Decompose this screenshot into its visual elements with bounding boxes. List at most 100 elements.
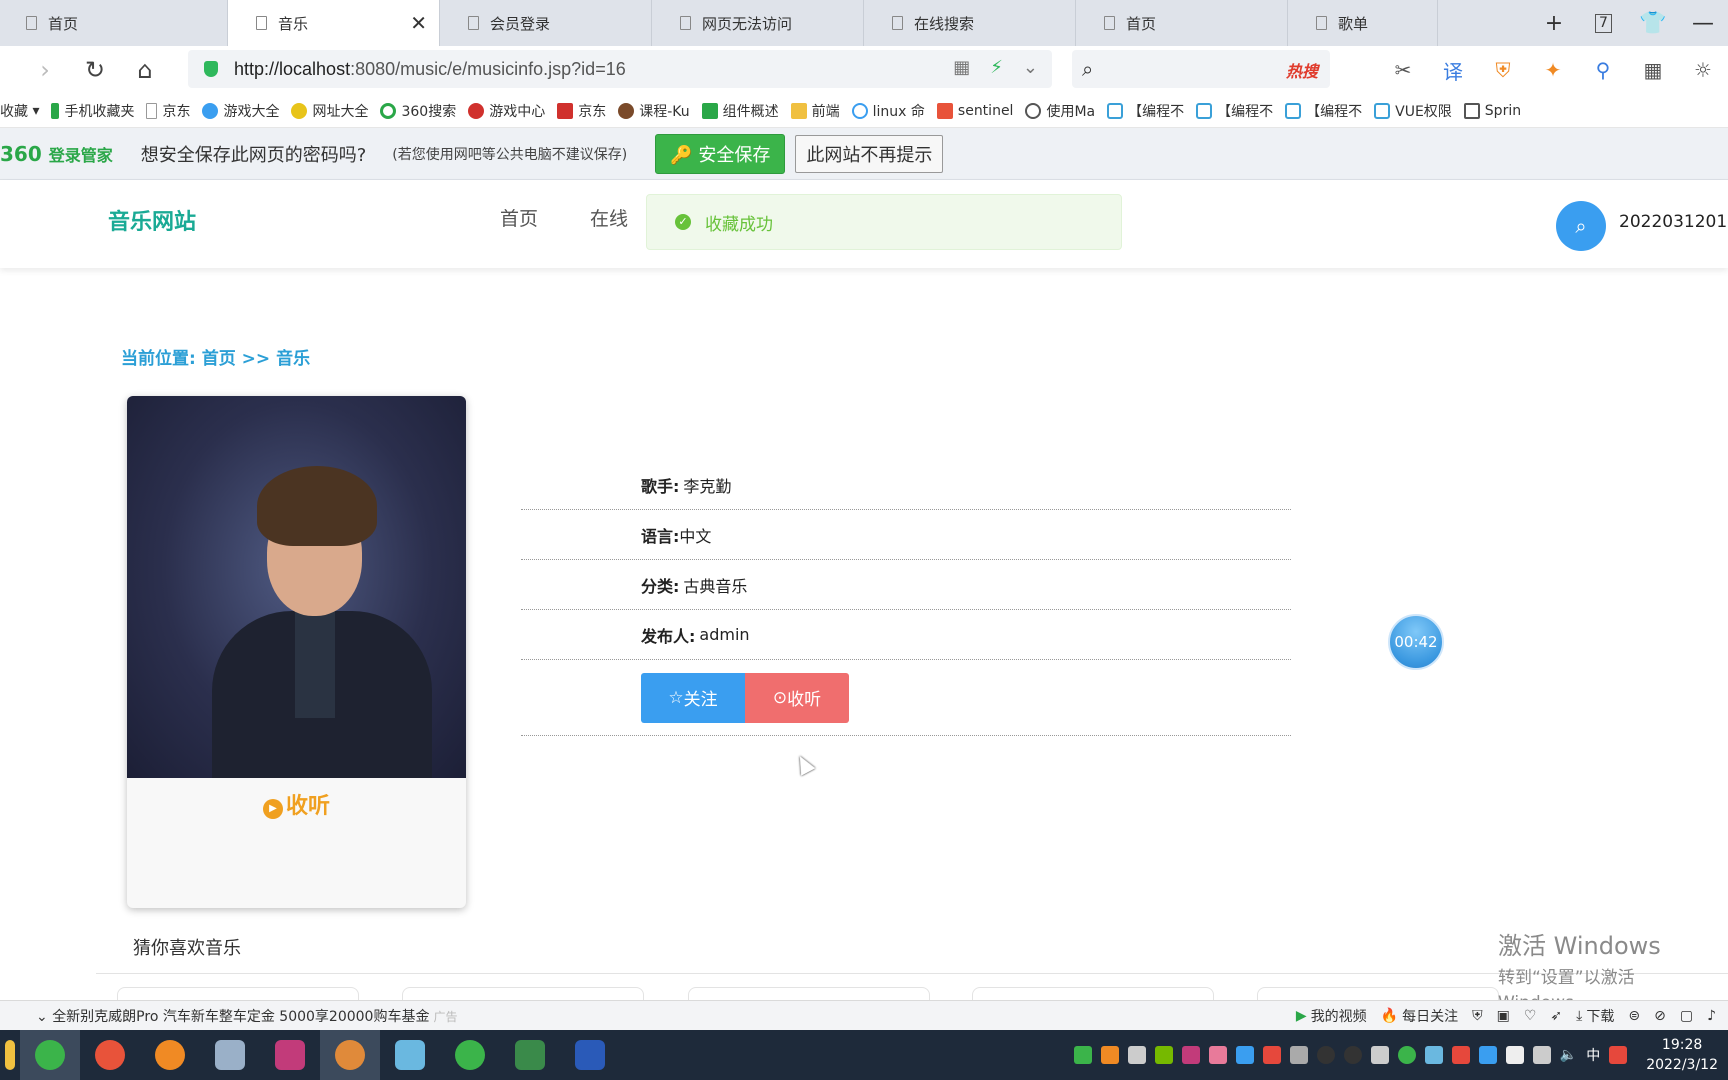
bookmark-item[interactable]: 前端 [790, 101, 840, 121]
bookmark-item[interactable]: 360搜索 [380, 101, 456, 121]
bookmark-item[interactable]: 游戏中心 [468, 101, 545, 121]
rocket-icon[interactable]: ➶ [1550, 1008, 1562, 1024]
bookmark-item[interactable]: 课程-Ku [618, 101, 690, 121]
bookmark-item[interactable]: Sprin [1463, 102, 1521, 119]
taskbar-app-explorer[interactable] [0, 1030, 20, 1080]
new-tab-icon[interactable]: + [1529, 11, 1579, 36]
floating-timer[interactable]: 00:42 [1388, 614, 1444, 670]
daily-follow-button[interactable]: 🔥 每日关注 [1381, 1006, 1458, 1026]
cache-icon[interactable]: ⊜ [1628, 1008, 1640, 1024]
taskbar-app-tool[interactable] [80, 1030, 140, 1080]
heart-pulse-icon[interactable]: ♡ [1524, 1008, 1537, 1024]
tool-icon[interactable] [1289, 1046, 1308, 1064]
game-icon[interactable]: ✦ [1528, 58, 1578, 82]
taskbar-app-avatar[interactable] [320, 1030, 380, 1080]
usb-icon[interactable] [1127, 1046, 1146, 1064]
bookmark-item[interactable]: 【编程不 [1285, 101, 1362, 121]
home-icon[interactable]: ⌂ [120, 56, 170, 84]
bookmark-item[interactable]: 手机收藏夹 [51, 101, 134, 121]
tab-count-badge[interactable]: 7 [1595, 13, 1612, 33]
browser-tab[interactable]: 首页 [0, 0, 228, 46]
hot-search-label[interactable]: 热搜 [1286, 58, 1318, 82]
minimize-icon[interactable]: — [1678, 11, 1728, 36]
network-off-icon[interactable] [1370, 1046, 1389, 1064]
taskbar-app-wechat[interactable] [440, 1030, 500, 1080]
magnifier-icon[interactable]: ⚲ [1578, 58, 1628, 82]
security-icon[interactable] [1262, 1046, 1281, 1064]
window-icon[interactable]: ▢ [1680, 1008, 1693, 1024]
battery-icon[interactable] [1505, 1046, 1524, 1064]
browser-search-box[interactable]: ⌕ 热搜 [1072, 50, 1330, 88]
shield-icon[interactable]: ⛨ [1472, 1008, 1483, 1024]
browser-tab[interactable]: 首页 [1076, 0, 1288, 46]
bolt-icon[interactable]: ⚡ [990, 57, 1003, 78]
bookmark-item[interactable]: 游戏大全 [202, 101, 279, 121]
wifi-icon[interactable] [1532, 1046, 1551, 1064]
follow-button[interactable]: ☆ 关注 [641, 672, 745, 723]
taskbar-app-sheet[interactable] [500, 1030, 560, 1080]
image-icon[interactable]: ▣ [1497, 1008, 1510, 1024]
taskbar-app-360-browser[interactable] [20, 1030, 80, 1080]
reload-icon[interactable]: ↻ [70, 56, 120, 84]
browser-tab[interactable]: 在线搜索 [864, 0, 1076, 46]
close-icon[interactable]: ✕ [410, 11, 427, 35]
nav-item-home[interactable]: 首页 [500, 204, 538, 231]
chevron-down-icon[interactable]: ⌄ [1023, 57, 1038, 78]
volume-icon[interactable]: ♪ [1707, 1008, 1716, 1024]
input-method-indicator[interactable]: 中 [1586, 1045, 1600, 1065]
taskbar-app-navicat[interactable] [200, 1030, 260, 1080]
bookmark-item[interactable]: 网址大全 [291, 101, 368, 121]
wechat-tray-icon[interactable] [1073, 1046, 1092, 1064]
bookmark-item[interactable]: VUE权限 [1374, 101, 1452, 121]
nav-item-online[interactable]: 在线 [590, 204, 630, 231]
browser-tab-active[interactable]: 音乐 ✕ [228, 0, 440, 46]
display-icon[interactable] [1235, 1046, 1254, 1064]
taskbar-app-notepad[interactable] [380, 1030, 440, 1080]
breadcrumb-current[interactable]: 音乐 [276, 349, 310, 369]
intellij-tray-icon[interactable] [1181, 1046, 1200, 1064]
scissors-icon[interactable]: ✂ [1378, 58, 1428, 82]
shield-badge-icon[interactable]: ⛨ [1478, 58, 1528, 82]
taskbar-app-search[interactable] [140, 1030, 200, 1080]
browser-tab[interactable]: 网页无法访问 [652, 0, 864, 46]
listen-button[interactable]: ⊙ 收听 [745, 672, 849, 723]
bookmark-item[interactable]: 组件概述 [701, 101, 779, 121]
ad-ticker[interactable]: ⌄ 全新别克威朗Pro 汽车新车整车定金 5000享20000购车基金 广告 [36, 1006, 457, 1026]
never-prompt-button[interactable]: 此网站不再提示 [795, 134, 944, 173]
qq-icon[interactable] [1343, 1046, 1362, 1064]
bookmark-item[interactable]: 使用Ma [1025, 101, 1095, 121]
qq-icon[interactable] [1316, 1046, 1335, 1064]
address-bar[interactable]: http://localhost:8080/music/e/musicinfo.… [188, 50, 1052, 88]
qr-code-icon[interactable]: ▦ [953, 57, 970, 78]
bluetooth-icon[interactable] [1478, 1046, 1497, 1064]
nvidia-icon[interactable] [1154, 1046, 1173, 1064]
bookmark-item[interactable]: 京东 [557, 101, 606, 121]
taskbar-app-word[interactable] [560, 1030, 620, 1080]
brightness-icon[interactable]: ☼ [1678, 58, 1728, 82]
bookmark-item[interactable]: 【编程不 [1107, 101, 1184, 121]
safe-save-button[interactable]: 🔑 安全保存 [655, 133, 786, 174]
volume-icon[interactable]: 🔈 [1560, 1047, 1577, 1063]
card-listen-link[interactable]: ▶ 收听 [127, 788, 466, 820]
my-video-button[interactable]: ▶ 我的视频 [1296, 1006, 1367, 1026]
green-tray-icon[interactable] [1397, 1046, 1416, 1064]
apps-grid-icon[interactable]: ▦ [1628, 58, 1678, 82]
bookmark-item[interactable]: 收藏 ▾ [0, 101, 39, 121]
bookmark-item[interactable]: sentinel [936, 102, 1013, 119]
breadcrumb-home-link[interactable]: 首页 [202, 349, 236, 369]
search-tray-icon[interactable] [1100, 1046, 1119, 1064]
browser-tab[interactable]: 歌单 [1288, 0, 1438, 46]
bookmark-item[interactable]: 【编程不 [1196, 101, 1273, 121]
clock[interactable]: 19:28 2022/3/12 [1646, 1035, 1718, 1075]
translate-icon[interactable]: 译 [1428, 56, 1478, 85]
bookmark-item[interactable]: 京东 [146, 101, 190, 121]
clean-icon[interactable]: ⊘ [1654, 1008, 1666, 1024]
bookmark-item[interactable]: linux 命 [851, 101, 925, 121]
download-button[interactable]: ⤓ 下载 [1576, 1006, 1614, 1026]
user-menu[interactable]: 2022031201 ˅ [1619, 212, 1728, 232]
red-tray-icon[interactable] [1451, 1046, 1470, 1064]
monitor-icon[interactable] [1424, 1046, 1443, 1064]
browser-tab[interactable]: 会员登录 [440, 0, 652, 46]
flower-icon[interactable] [1208, 1046, 1227, 1064]
url-text[interactable]: http://localhost:8080/music/e/musicinfo.… [234, 59, 626, 80]
